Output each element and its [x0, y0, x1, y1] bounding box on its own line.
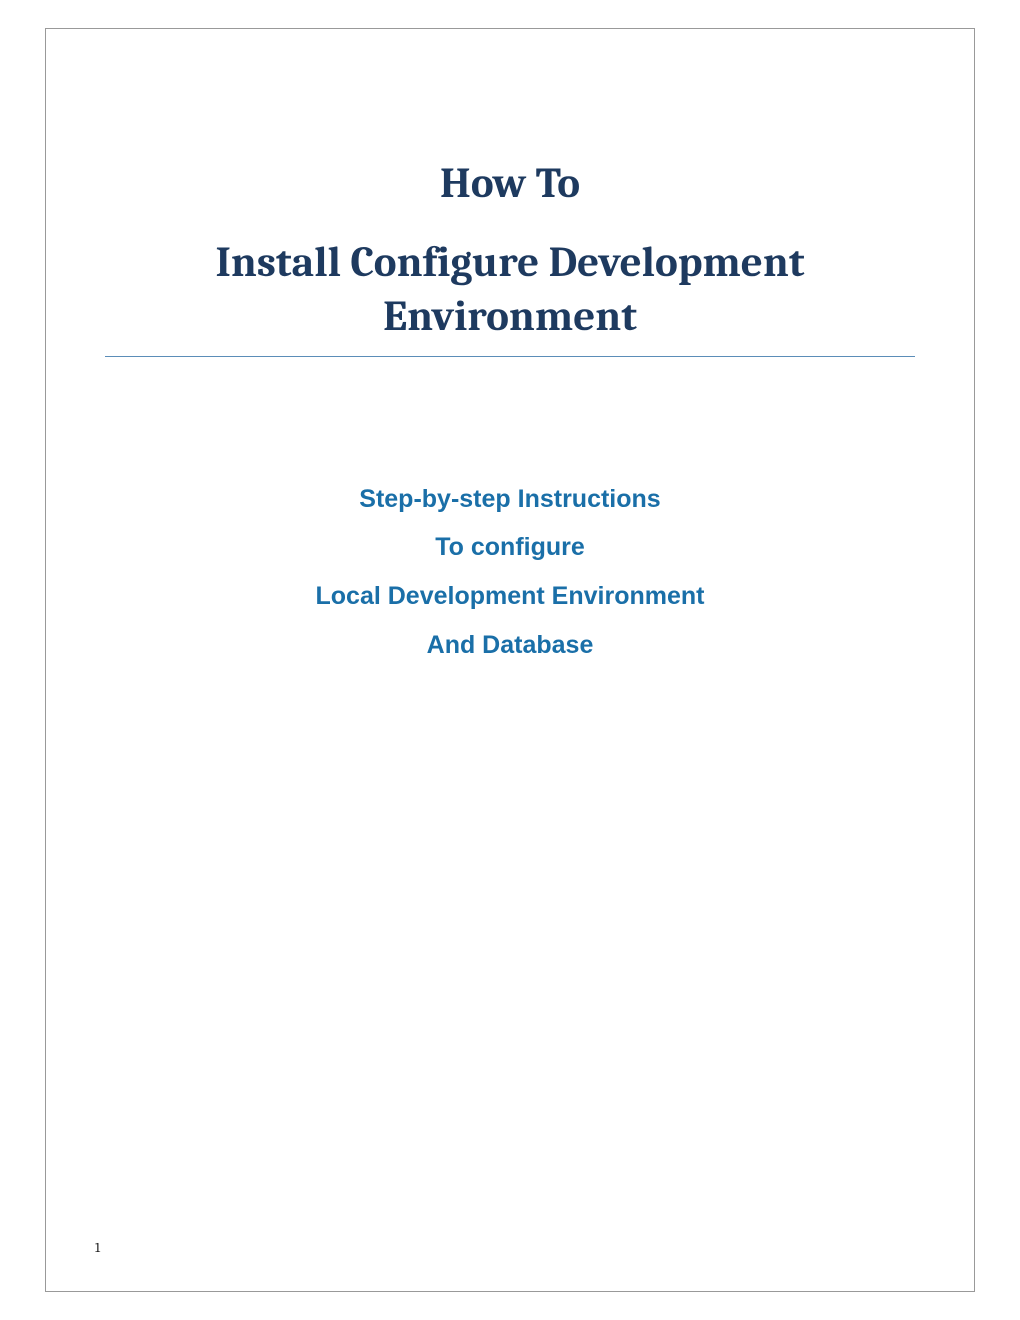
- title-line-2: Install Configure Development Environmen…: [105, 236, 915, 356]
- subtitle-line-4: And Database: [105, 621, 915, 670]
- subtitle-line-3: Local Development Environment: [105, 572, 915, 621]
- subtitle-line-1: Step-by-step Instructions: [105, 475, 915, 524]
- page-number: 1: [95, 1239, 100, 1256]
- document-page: How To Install Configure Development Env…: [0, 0, 1020, 1320]
- title-underline: [105, 356, 915, 357]
- page-content: How To Install Configure Development Env…: [45, 28, 975, 1292]
- title-line-1: How To: [105, 158, 915, 208]
- subtitle-line-2: To configure: [105, 523, 915, 572]
- subtitle-block: Step-by-step Instructions To configure L…: [105, 475, 915, 670]
- title-block: How To Install Configure Development Env…: [105, 158, 915, 357]
